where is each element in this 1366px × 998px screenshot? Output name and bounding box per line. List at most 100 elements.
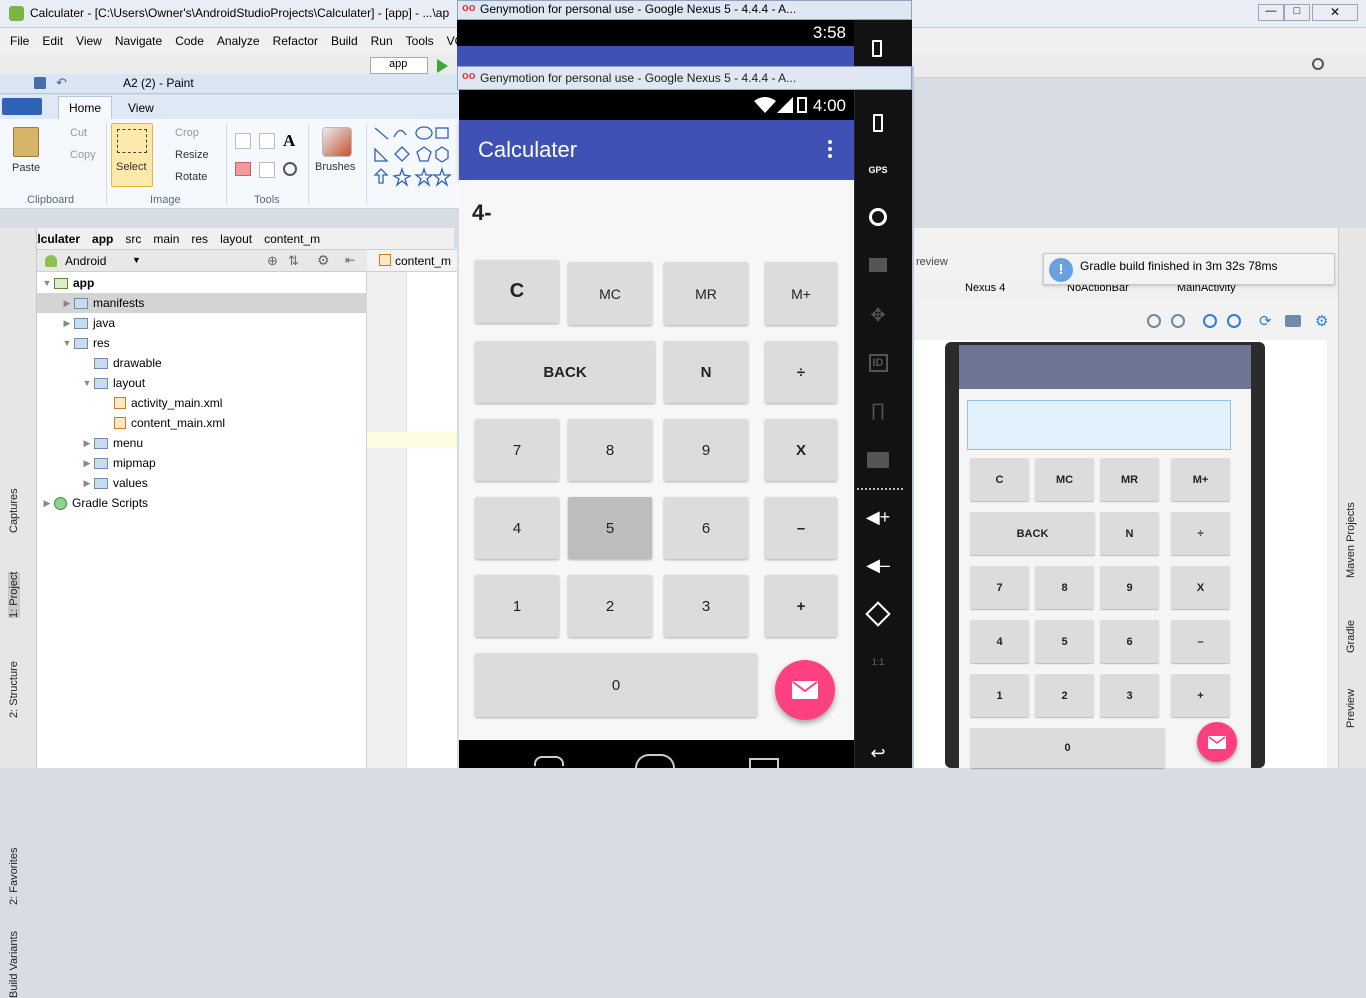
tab-favorites[interactable]: 2: Favorites [8, 848, 20, 905]
rotate-button[interactable]: Rotate [175, 171, 207, 183]
tab-maven[interactable]: Maven Projects [1345, 502, 1357, 578]
menu-run[interactable]: Run [371, 34, 393, 48]
tree-item[interactable]: ▼ layout [37, 373, 367, 393]
text-icon[interactable]: A [283, 131, 295, 151]
breadcrumb-item[interactable]: layout [220, 232, 252, 246]
calc-key[interactable]: 2 [568, 575, 652, 637]
expanded-arrow-icon[interactable]: ▼ [60, 338, 74, 348]
hide-icon[interactable]: ⇤ [345, 253, 355, 267]
resize-button[interactable]: Resize [175, 149, 209, 161]
collapsed-arrow-icon[interactable]: ▶ [80, 478, 94, 489]
nav-home-icon[interactable] [635, 754, 675, 768]
menu-file[interactable]: File [10, 34, 29, 48]
paint-undo-icon[interactable]: ↶ [56, 75, 67, 91]
menu-analyze[interactable]: Analyze [217, 34, 260, 48]
tree-item[interactable]: drawable [37, 353, 367, 373]
tree-item[interactable]: ▼ res [37, 333, 367, 353]
tree-item[interactable]: ▶ manifests [37, 293, 367, 313]
volume-down-icon[interactable]: ◀– [855, 545, 901, 585]
calc-key[interactable]: 4 [475, 497, 559, 559]
collapsed-arrow-icon[interactable]: ▶ [80, 438, 94, 449]
network-icon[interactable]: ∏ [855, 390, 901, 430]
calc-key[interactable]: X [765, 419, 837, 481]
preview-tab-label[interactable]: review [916, 256, 948, 268]
volume-up-icon[interactable]: ◀+ [855, 497, 901, 537]
overflow-menu-icon[interactable] [828, 140, 832, 161]
device-id-icon[interactable]: ID [855, 343, 901, 383]
paint-tab-home[interactable]: Home [58, 96, 112, 119]
battery-icon[interactable] [872, 40, 882, 57]
tree-item[interactable]: activity_main.xml [37, 393, 367, 413]
calc-key[interactable]: – [765, 497, 837, 559]
tab-build-variants[interactable]: Build Variants [8, 931, 20, 998]
calc-key[interactable]: C [475, 260, 559, 323]
brushes-button[interactable]: Brushes [315, 161, 355, 173]
tab-gradle[interactable]: Gradle [1345, 620, 1357, 653]
tree-item[interactable]: ▶ mipmap [37, 453, 367, 473]
pencil-icon[interactable] [235, 133, 251, 149]
sms-icon[interactable] [855, 440, 901, 480]
tab-project[interactable]: 1: Project [8, 571, 20, 618]
breadcrumb-item[interactable]: src [125, 232, 141, 246]
collapsed-arrow-icon[interactable]: ▶ [40, 498, 54, 509]
collapsed-arrow-icon[interactable]: ▶ [60, 318, 74, 329]
zoom-actual-icon[interactable] [1171, 314, 1185, 328]
refresh-icon[interactable]: ⟳ [1259, 312, 1272, 330]
remote-control-icon[interactable]: ✥ [855, 295, 901, 335]
zoom-out-icon[interactable] [1227, 314, 1241, 328]
calc-key[interactable]: MC [568, 262, 652, 325]
as-maximize-button[interactable]: □ [1284, 4, 1310, 21]
breadcrumb-item[interactable]: res [191, 232, 208, 246]
calc-key[interactable]: 7 [475, 419, 559, 481]
zoom-in-icon[interactable] [1203, 314, 1217, 328]
tab-captures[interactable]: Captures [8, 488, 20, 533]
expanded-arrow-icon[interactable]: ▼ [80, 378, 94, 388]
calc-key[interactable]: N [664, 341, 748, 403]
nav-recents-icon[interactable] [749, 758, 779, 768]
tree-item[interactable]: ▶ Gradle Scripts [37, 493, 367, 513]
cut-button[interactable]: Cut [70, 127, 87, 139]
breadcrumb-item[interactable]: app [92, 232, 113, 246]
locate-icon[interactable]: ⊕ [267, 253, 278, 269]
color-picker-icon[interactable] [259, 162, 275, 178]
magnifier-icon[interactable] [283, 162, 297, 176]
calc-key[interactable]: ÷ [765, 341, 837, 403]
calc-key[interactable]: 1 [475, 575, 559, 637]
tree-item[interactable]: content_main.xml [37, 413, 367, 433]
tree-item[interactable]: ▼ app [37, 273, 367, 293]
gps-icon[interactable]: GPS [855, 150, 901, 190]
webcam-icon[interactable] [855, 197, 901, 237]
calc-key[interactable]: 5 [568, 497, 652, 559]
device-select[interactable]: Nexus 4 [965, 282, 1005, 294]
calc-key[interactable]: 3 [664, 575, 748, 637]
brushes-icon[interactable] [322, 127, 352, 157]
calc-key[interactable]: 0 [475, 653, 757, 717]
copy-button[interactable]: Copy [70, 149, 96, 161]
back-icon[interactable]: ↩ [855, 733, 901, 773]
chevron-down-icon[interactable]: ▼ [132, 255, 141, 265]
calc-key[interactable]: 8 [568, 419, 652, 481]
battery-widget-icon[interactable] [855, 103, 901, 143]
menu-build[interactable]: Build [331, 34, 358, 48]
paste-icon[interactable] [13, 127, 39, 157]
as-minimize-button[interactable]: — [1258, 4, 1284, 21]
run-config-select[interactable]: app [370, 57, 428, 74]
zoom-fit-icon[interactable] [1147, 314, 1161, 328]
project-view-select[interactable]: Android [65, 254, 106, 268]
settings-icon[interactable]: ⚙ [1315, 312, 1328, 330]
paint-menu-button[interactable] [2, 98, 42, 115]
tab-preview[interactable]: Preview [1345, 689, 1357, 728]
menu-edit[interactable]: Edit [42, 34, 63, 48]
calc-key[interactable]: M+ [765, 262, 837, 325]
run-icon[interactable] [437, 59, 448, 73]
collapse-icon[interactable]: ⇅ [288, 253, 299, 269]
calc-key[interactable]: + [765, 575, 837, 637]
expanded-arrow-icon[interactable]: ▼ [40, 278, 54, 288]
capture-icon[interactable] [855, 245, 901, 285]
gear-icon[interactable]: ⚙ [317, 252, 330, 269]
tab-structure[interactable]: 2: Structure [8, 661, 20, 718]
email-fab[interactable] [775, 660, 835, 720]
fill-icon[interactable] [259, 133, 275, 149]
gradle-build-notification[interactable]: ! Gradle build finished in 3m 32s 78ms [1043, 253, 1335, 285]
menu-code[interactable]: Code [175, 34, 204, 48]
